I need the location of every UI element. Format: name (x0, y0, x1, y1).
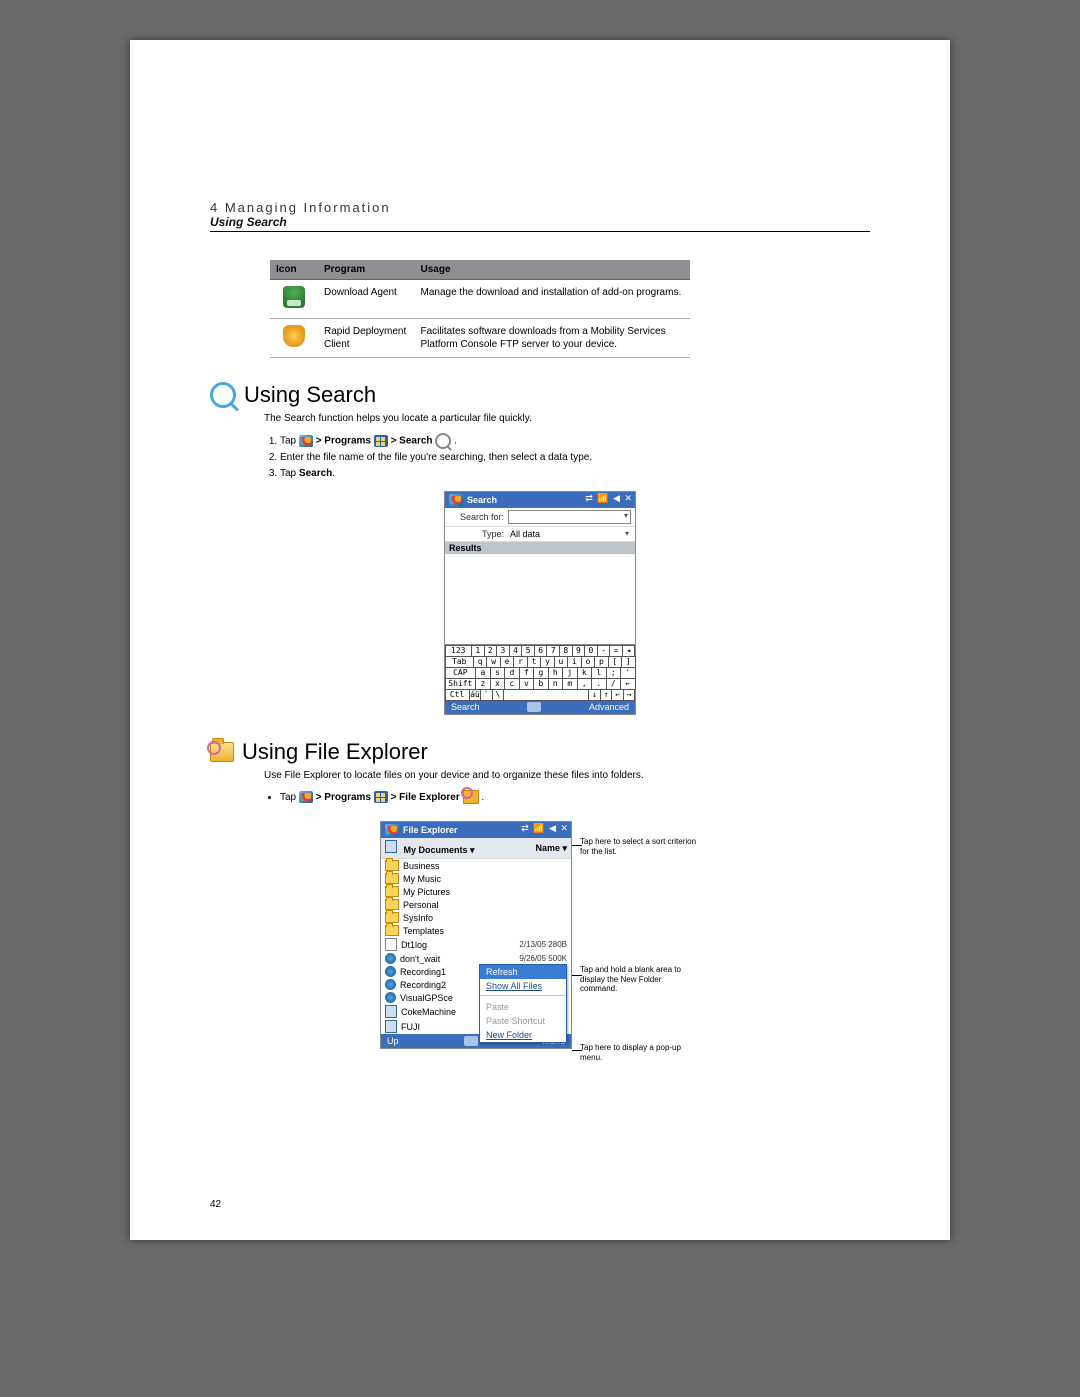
program-name: Download Agent (318, 280, 415, 319)
table-row: Rapid Deployment Client Facilitates soft… (270, 319, 690, 358)
program-name: Rapid Deployment Client (318, 319, 415, 358)
search-steps: Tap > Programs > Search . Enter the file… (264, 433, 870, 481)
step-3: Tap Search. (280, 466, 870, 481)
footer-advanced[interactable]: Advanced (589, 702, 629, 712)
table-row: Download Agent Manage the download and i… (270, 280, 690, 319)
callout-menu: Tap here to display a pop-up menu. (580, 1043, 700, 1062)
folder-row[interactable]: Templates (381, 924, 571, 937)
file-icon (385, 953, 396, 964)
key[interactable]: Ctl (445, 689, 470, 701)
th-usage: Usage (415, 260, 691, 280)
ctx-paste-shortcut: Paste Shortcut (480, 1014, 566, 1028)
folder-icon (385, 860, 399, 871)
device-title: File Explorer (403, 825, 458, 835)
rapid-deployment-icon (283, 325, 305, 347)
folder-row[interactable]: Personal (381, 898, 571, 911)
programs-icon (374, 791, 388, 803)
program-usage: Facilitates software downloads from a Mo… (415, 319, 691, 358)
folder-row[interactable]: SysInfo (381, 911, 571, 924)
results-header: Results (445, 542, 635, 554)
start-icon (299, 791, 313, 803)
type-select[interactable]: All data (508, 529, 631, 539)
folder-icon (385, 886, 399, 897)
footer-search[interactable]: Search (451, 702, 480, 712)
start-icon (299, 435, 313, 447)
soft-keyboard[interactable]: 1231234567890-=◂Tabqwertyuiop[]CAPasdfgh… (445, 644, 635, 700)
file-explorer-small-icon (463, 790, 479, 804)
ctx-show-all[interactable]: Show All Files (480, 979, 566, 993)
search-icon (210, 382, 236, 408)
page-number: 42 (210, 1199, 221, 1210)
folder-row[interactable]: Business (381, 859, 571, 872)
section-title: Using File Explorer (242, 739, 428, 765)
file-explorer-device-shot: File Explorer ⇄ 📶 ◀ ✕ My Documents ▾ Nam… (380, 821, 572, 1049)
breadcrumb[interactable]: My Documents ▾ (385, 840, 535, 856)
search-device-shot: Search ⇄ 📶 ◀ ✕ Search for: Type: All dat… (444, 491, 636, 715)
searchfor-input[interactable] (508, 510, 631, 524)
status-icons[interactable]: ⇄ 📶 ◀ ✕ (521, 823, 569, 834)
th-program: Program (318, 260, 415, 280)
type-label: Type: (449, 529, 508, 539)
page: 4 Managing Information Using Search Icon… (130, 40, 950, 1240)
ctx-new-folder[interactable]: New Folder (480, 1028, 566, 1042)
download-agent-icon (283, 286, 305, 308)
start-icon[interactable] (449, 494, 463, 506)
folder-icon (385, 899, 399, 910)
search-small-icon (435, 433, 451, 449)
device-titlebar: Search ⇄ 📶 ◀ ✕ (445, 492, 635, 508)
file-icon (385, 1005, 397, 1018)
section-intro: Use File Explorer to locate files on you… (264, 769, 870, 782)
device-titlebar: File Explorer ⇄ 📶 ◀ ✕ (381, 822, 571, 838)
programs-icon (374, 435, 388, 447)
sort-selector[interactable]: Name ▾ (535, 843, 567, 854)
context-menu[interactable]: Refresh Show All Files Paste Paste Short… (479, 964, 567, 1043)
file-explorer-icon (210, 742, 234, 762)
folder-icon (385, 873, 399, 884)
folder-icon (385, 912, 399, 923)
fe-step: Tap > Programs > File Explorer . (280, 790, 870, 805)
th-icon: Icon (270, 260, 318, 280)
ctx-paste: Paste (480, 1000, 566, 1014)
file-icon (385, 966, 396, 977)
start-icon[interactable] (385, 824, 399, 836)
results-body (445, 554, 635, 644)
chapter-title: 4 Managing Information (210, 200, 870, 215)
keyboard-toggle-icon[interactable] (527, 702, 541, 712)
status-icons[interactable]: ⇄ 📶 ◀ ✕ (585, 493, 633, 504)
callout-sort: Tap here to select a sort criterion for … (580, 837, 700, 856)
callout-column: Tap here to select a sort criterion for … (580, 815, 700, 1075)
file-icon (385, 1020, 397, 1033)
file-icon (385, 979, 396, 990)
fe-steps: Tap > Programs > File Explorer . (264, 790, 870, 805)
device-title: Search (467, 495, 497, 505)
step-2: Enter the file name of the file you're s… (280, 450, 870, 465)
searchfor-label: Search for: (449, 512, 508, 522)
using-search-heading: Using Search (210, 382, 870, 408)
key[interactable] (503, 689, 589, 701)
folder-icon (385, 840, 397, 853)
keyboard-toggle-icon[interactable] (464, 1036, 478, 1046)
program-table: Icon Program Usage Download Agent Manage… (270, 260, 690, 358)
program-usage: Manage the download and installation of … (415, 280, 691, 319)
step-1: Tap > Programs > Search . (280, 433, 870, 449)
section-intro: The Search function helps you locate a p… (264, 412, 870, 425)
key[interactable]: → (623, 689, 636, 701)
device-footer: Search Advanced (445, 700, 635, 714)
file-icon (385, 992, 396, 1003)
section-title: Using Search (244, 382, 376, 408)
callout-blank-area: Tap and hold a blank area to display the… (580, 965, 700, 994)
section-crumb: Using Search (210, 215, 870, 229)
file-icon (385, 938, 397, 951)
folder-row[interactable]: My Music (381, 872, 571, 885)
ctx-refresh[interactable]: Refresh (480, 965, 566, 979)
folder-icon (385, 925, 399, 936)
file-row[interactable]: Dt1log2/13/05 280B (381, 937, 571, 952)
using-file-explorer-heading: Using File Explorer (210, 739, 870, 765)
footer-up[interactable]: Up (387, 1036, 399, 1046)
page-header: 4 Managing Information Using Search (210, 200, 870, 232)
folder-row[interactable]: My Pictures (381, 885, 571, 898)
